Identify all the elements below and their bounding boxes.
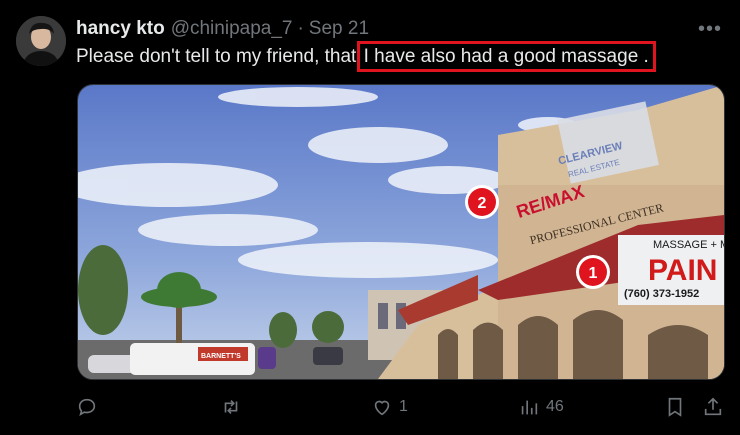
tweet[interactable]: hancy kto @chinipapa_7 · Sep 21 ••• Plea… [0,0,740,435]
share-button[interactable] [702,394,724,420]
reply-button[interactable] [76,394,104,420]
marker-2: 2 [465,185,499,219]
sign-pain: PAIN [648,254,717,287]
avatar-image [16,16,66,66]
handle[interactable]: @chinipapa_7 [171,18,293,40]
display-name[interactable]: hancy kto [76,18,165,40]
reply-icon [78,398,96,417]
sign-massage: MASSAGE + M [653,239,724,251]
tweet-text-highlight: I have also had a good massage . [356,41,656,72]
avatar[interactable] [16,16,66,66]
tweet-meta: @chinipapa_7 · Sep 21 [171,18,369,40]
like-icon [374,400,390,416]
tweet-text-plain: Please don't tell to my friend, that [76,46,362,67]
like-button[interactable]: 1 [371,394,408,420]
sign-phone: (760) 373-1952 [624,288,699,300]
separator: · [297,18,304,39]
marker-1-label: 1 [589,265,598,282]
views-button[interactable]: 46 [518,394,564,420]
tweet-text: Please don't tell to my friend, that I h… [76,41,656,72]
views-count: 46 [546,398,564,415]
retweet-button[interactable] [220,394,248,420]
marker-2-label: 2 [478,195,487,212]
marker-1: 1 [576,255,610,289]
tweet-actions: 1 46 [76,394,726,420]
van-text: BARNETT'S [201,353,241,360]
retweet-icon [224,399,238,415]
tweet-media[interactable]: CLEARVIEW REAL ESTATE RE/MAX PROFESSIONA… [77,84,725,380]
views-icon [521,400,538,415]
tweet-header: hancy kto @chinipapa_7 · Sep 21 [76,18,369,42]
more-icon[interactable]: ••• [698,18,722,41]
like-count: 1 [399,398,408,415]
bookmark-button[interactable] [664,394,686,420]
share-icon [704,397,722,416]
tweet-date[interactable]: Sep 21 [309,18,369,40]
street-photo: CLEARVIEW REAL ESTATE RE/MAX PROFESSIONA… [78,85,724,379]
bookmark-icon [668,397,682,417]
